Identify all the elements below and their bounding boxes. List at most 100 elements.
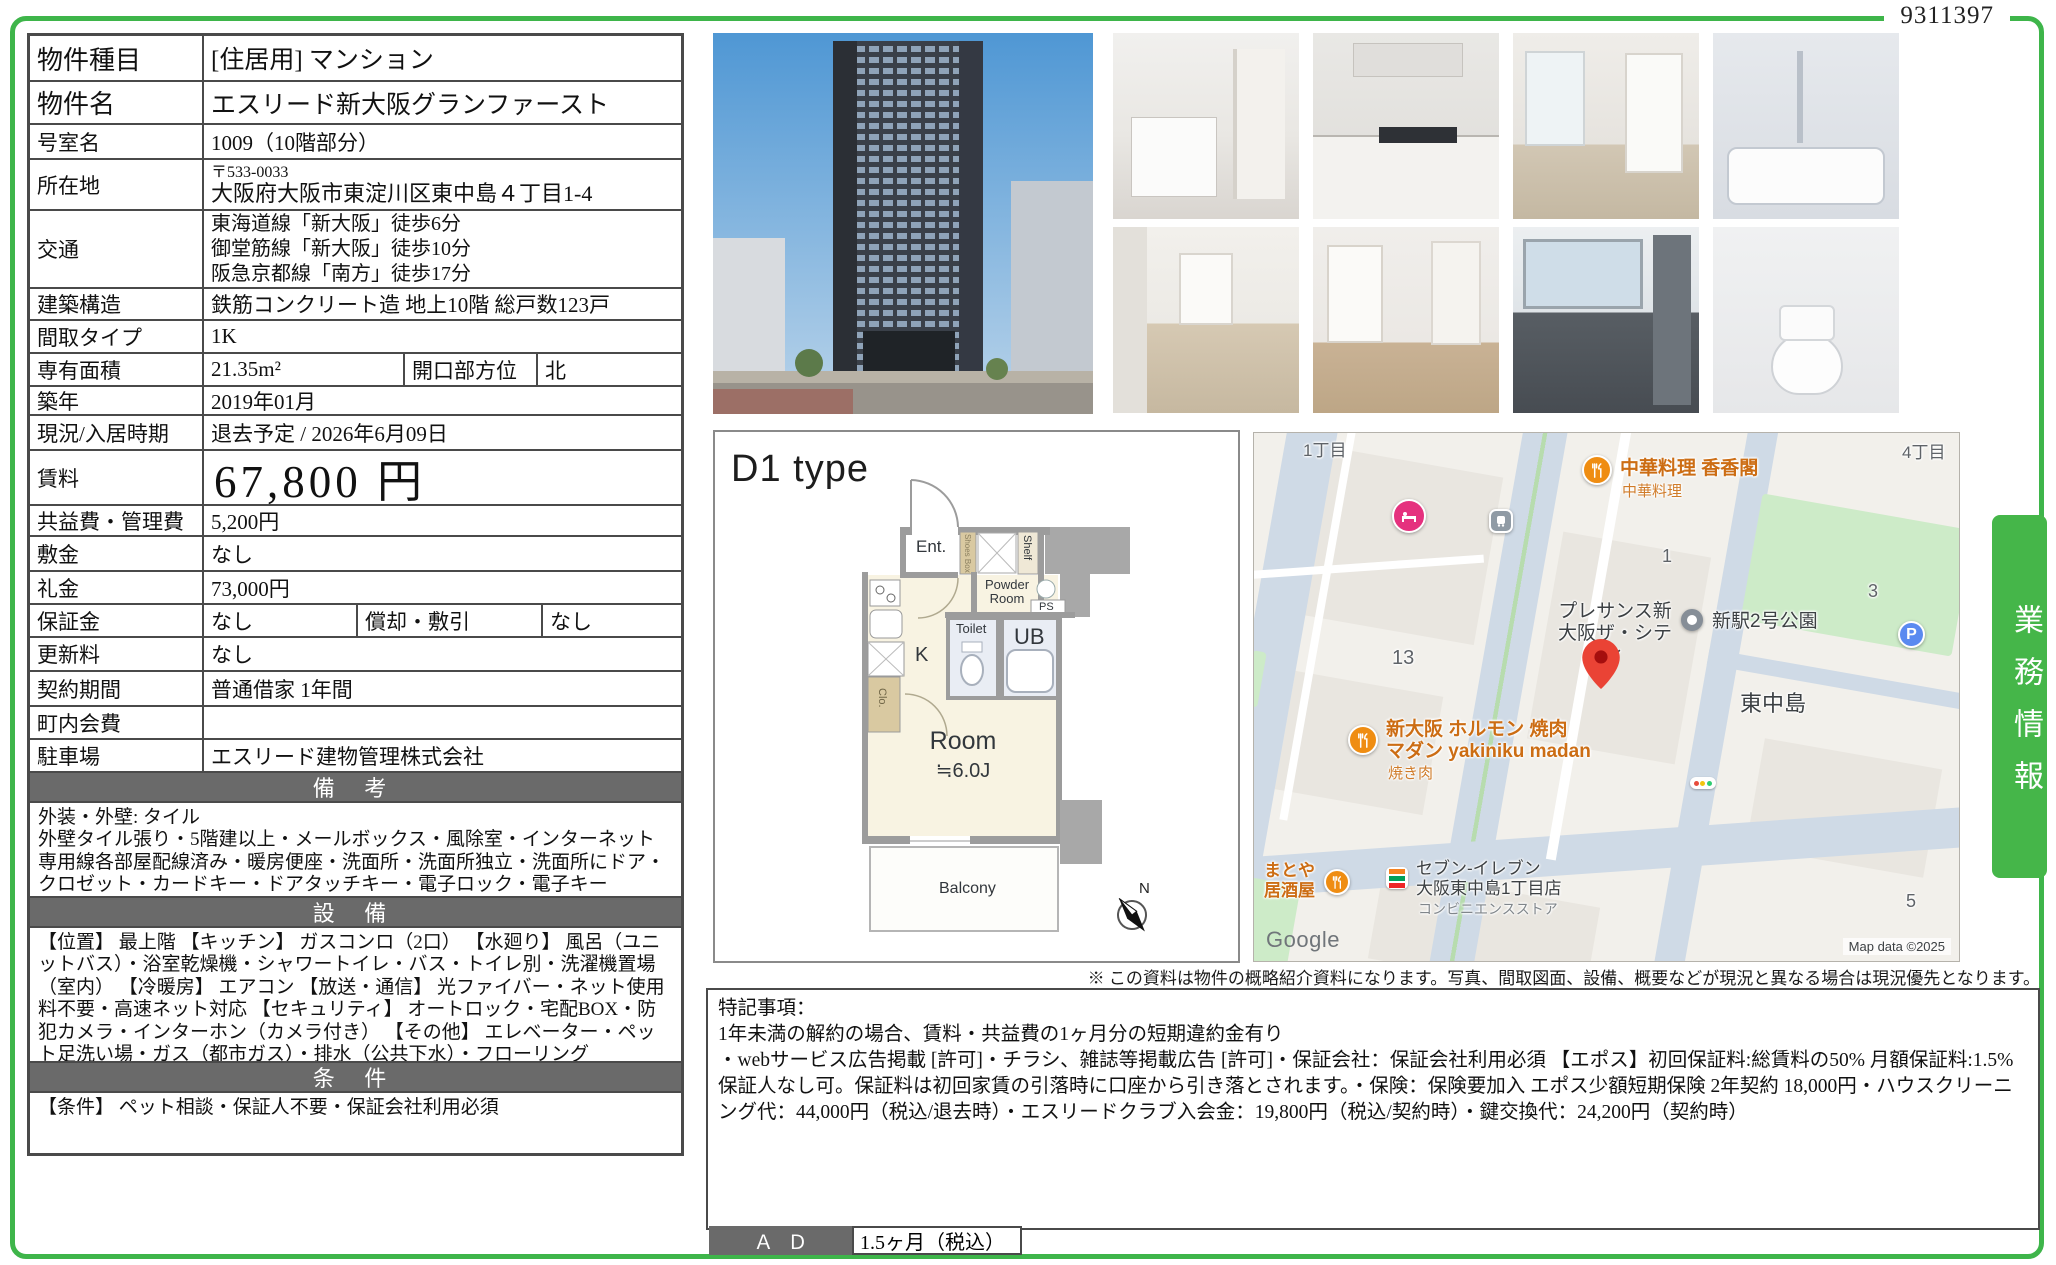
row-label: 敷金 <box>30 537 204 570</box>
photo-empty-room <box>1113 227 1299 413</box>
row-label: 築年 <box>30 387 204 414</box>
izakaya-icon <box>1324 869 1350 895</box>
address: 大阪府大阪市東淀川区東中島４丁目1-4 <box>211 181 674 206</box>
table-row: 築年2019年01月 <box>30 387 681 416</box>
row-value: 普通借家 1年間 <box>204 672 681 705</box>
row-value: 2019年01月 <box>204 387 681 414</box>
table-row: 共益費・管理費5,200円 <box>30 506 681 537</box>
disclaimer-note: ※ この資料は物件の概略紹介資料になります。写真、間取図面、設備、概要などが現況… <box>880 964 2040 989</box>
photo-toilet <box>1713 227 1899 413</box>
photo-washroom <box>1113 33 1299 219</box>
row-label: 号室名 <box>30 125 204 158</box>
floorplan-label-balcony: Balcony <box>939 880 996 898</box>
equipment-header: 設 備 <box>30 898 681 928</box>
map-block-5: 5 <box>1906 891 1916 912</box>
row-value: 21.35m² <box>204 354 403 385</box>
row-label: 現況/入居時期 <box>30 416 204 449</box>
map-poi-yakiniku-sub: 焼き肉 <box>1388 765 1433 782</box>
map-block-3: 3 <box>1868 581 1878 602</box>
row-label: 共益費・管理費 <box>30 506 204 535</box>
table-row: 交通東海道線「新大阪」徒歩6分 御堂筋線「新大阪」徒歩10分 阪急京都線「南方」… <box>30 211 681 289</box>
row-value: 67,800 円 <box>204 451 681 504</box>
map-poi-seven-eleven: セブン-イレブン 大阪東中島1丁目店 <box>1416 859 1561 898</box>
row-value: [住居用] マンション <box>204 36 681 80</box>
map-poi-chinese-sub: 中華料理 <box>1622 483 1682 500</box>
table-row: 敷金なし <box>30 537 681 572</box>
row-value: 73,000円 <box>204 572 681 603</box>
map-area-1chome: 1丁目 <box>1303 441 1346 461</box>
table-row: 保証金なし償却・敷引なし <box>30 605 681 638</box>
hotel-icon <box>1392 499 1426 533</box>
table-row: 間取タイプ1K <box>30 321 681 354</box>
row-label: 専有面積 <box>30 354 204 385</box>
photo-kitchen <box>1313 33 1499 219</box>
photo-bathroom <box>1713 33 1899 219</box>
map-copyright: Map data ©2025 <box>1843 938 1951 955</box>
table-row: 所在地〒533-0033大阪府大阪市東淀川区東中島４丁目1-4 <box>30 160 681 211</box>
conditions-header: 条 件 <box>30 1063 681 1093</box>
floorplan-label-toilet: Toilet <box>956 622 986 636</box>
row-value: エスリード新大阪グランファースト <box>204 82 681 123</box>
map-poi-yakiniku: 新大阪 ホルモン 焼肉 マダン yakiniku madan <box>1386 719 1591 763</box>
floorplan-label-shelf: Shelf <box>1021 535 1033 560</box>
ad-fee-value: 1.5ヶ月（税込） <box>852 1226 1022 1255</box>
parking-icon: P <box>1898 621 1925 648</box>
row-label: 町内会費 <box>30 707 204 738</box>
floorplan-label-closet: Clo. <box>876 688 888 708</box>
google-logo: Google <box>1266 927 1340 953</box>
row-label: 駐車場 <box>30 740 204 771</box>
map-area-4chome: 4丁目 <box>1902 443 1945 463</box>
row-value: 東海道線「新大阪」徒歩6分 御堂筋線「新大阪」徒歩10分 阪急京都線「南方」徒歩… <box>204 211 681 287</box>
table-row: 更新料なし <box>30 638 681 672</box>
floorplan-label-ps: PS <box>1039 601 1054 613</box>
table-row: 号室名1009（10階部分） <box>30 125 681 160</box>
row-value: 1009（10階部分） <box>204 125 681 158</box>
row-label: 物件名 <box>30 82 204 123</box>
table-row: 契約期間普通借家 1年間 <box>30 672 681 707</box>
row-label: 交通 <box>30 211 204 287</box>
restaurant-icon <box>1582 455 1612 485</box>
floorplan-label-shoes-box: Shoes Box <box>962 534 971 573</box>
floorplan-label-powder-room: Powder Room <box>977 578 1037 607</box>
row-value: エスリード建物管理株式会社 <box>204 740 681 771</box>
table-row: 町内会費 <box>30 707 681 740</box>
floorplan-panel: D1 type Ent. Shoes Box Shelf Powder Room… <box>713 430 1240 963</box>
row-label: 間取タイプ <box>30 321 204 352</box>
photo-hallway <box>1313 227 1499 413</box>
row-value: なし <box>204 638 681 670</box>
row-label-2: 償却・敷引 <box>356 605 543 636</box>
row-label: 契約期間 <box>30 672 204 705</box>
destination-pin-icon <box>1582 639 1620 694</box>
property-table: 物件種目[住居用] マンション物件名エスリード新大阪グランファースト号室名100… <box>27 33 684 1156</box>
map-poi-seven-sub: コンビニエンスストア <box>1418 901 1558 917</box>
floorplan-label-room-size: ≒6.0J <box>903 760 1023 782</box>
location-map: 1丁目 4丁目 中華料理 香香閣 中華料理 1 3 プレサンス新 大阪ザ・シティ… <box>1253 432 1960 962</box>
map-building-poi-dot <box>1681 609 1703 631</box>
row-label: 物件種目 <box>30 36 204 80</box>
photo-balcony <box>1513 227 1699 413</box>
business-info-tab[interactable]: 業務情報 <box>1992 515 2047 878</box>
bus-stop-icon <box>1489 509 1513 533</box>
row-value-2: 北 <box>538 354 681 385</box>
yakiniku-restaurant-icon <box>1348 725 1378 755</box>
table-row: 物件名エスリード新大阪グランファースト <box>30 82 681 125</box>
table-row: 賃料67,800 円 <box>30 451 681 506</box>
table-row: 礼金73,000円 <box>30 572 681 605</box>
traffic-signal-icon <box>1690 777 1716 789</box>
conditions-text: 【条件】 ペット相談・保証人不要・保証会社利用必須 <box>30 1093 681 1153</box>
floorplan-label-unit-bath: UB <box>1014 625 1045 649</box>
row-value: 1K <box>204 321 681 352</box>
map-road <box>1253 804 1960 898</box>
row-label: 礼金 <box>30 572 204 603</box>
remarks-text: 外装・外壁: タイル 外壁タイル張り・5階建以上・メールボックス・風除室・インタ… <box>30 803 681 898</box>
row-value: 5,200円 <box>204 506 681 535</box>
photo-room-window <box>1513 33 1699 219</box>
floorplan-type-title: D1 type <box>731 448 869 491</box>
floorplan-label-room: Room <box>903 728 1023 756</box>
floorplan-label-entrance: Ent. <box>916 538 946 557</box>
table-row: 専有面積21.35m²開口部方位北 <box>30 354 681 387</box>
row-label: 賃料 <box>30 451 204 504</box>
row-label: 更新料 <box>30 638 204 670</box>
compass-icon: N <box>1105 880 1165 950</box>
row-value-2: なし <box>543 605 681 636</box>
